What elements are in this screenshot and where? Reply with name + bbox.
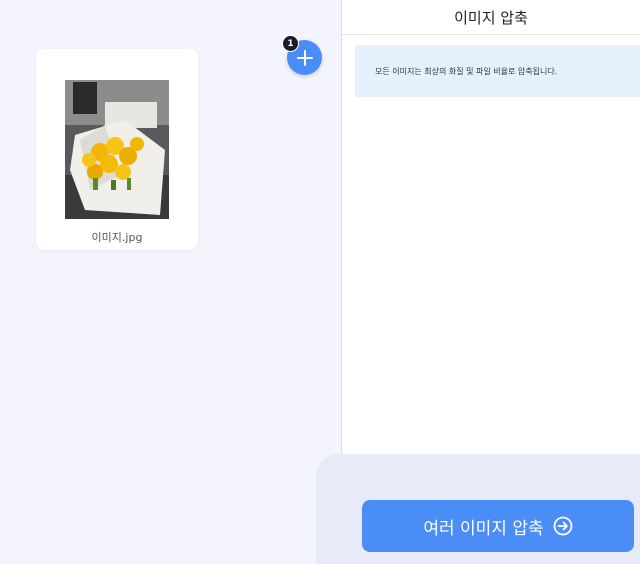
panel-title: 이미지 압축 <box>342 0 640 35</box>
arrow-right-circle-icon <box>553 516 573 536</box>
file-count-badge: 1 <box>282 35 299 52</box>
compress-button-label: 여러 이미지 압축 <box>423 518 544 539</box>
file-list-area: 이미지.jpg 1 <box>0 0 342 564</box>
info-text: 모든 이미지는 최상의 화질 및 파일 비율로 압축됩니다. <box>375 66 558 76</box>
file-name: 이미지.jpg <box>91 231 143 244</box>
image-thumbnail <box>65 80 169 219</box>
file-card[interactable]: 이미지.jpg <box>36 49 198 250</box>
compress-button[interactable]: 여러 이미지 압축 <box>362 500 634 552</box>
plus-icon <box>296 49 313 66</box>
info-message: 모든 이미지는 최상의 화질 및 파일 비율로 압축됩니다. <box>355 45 640 97</box>
